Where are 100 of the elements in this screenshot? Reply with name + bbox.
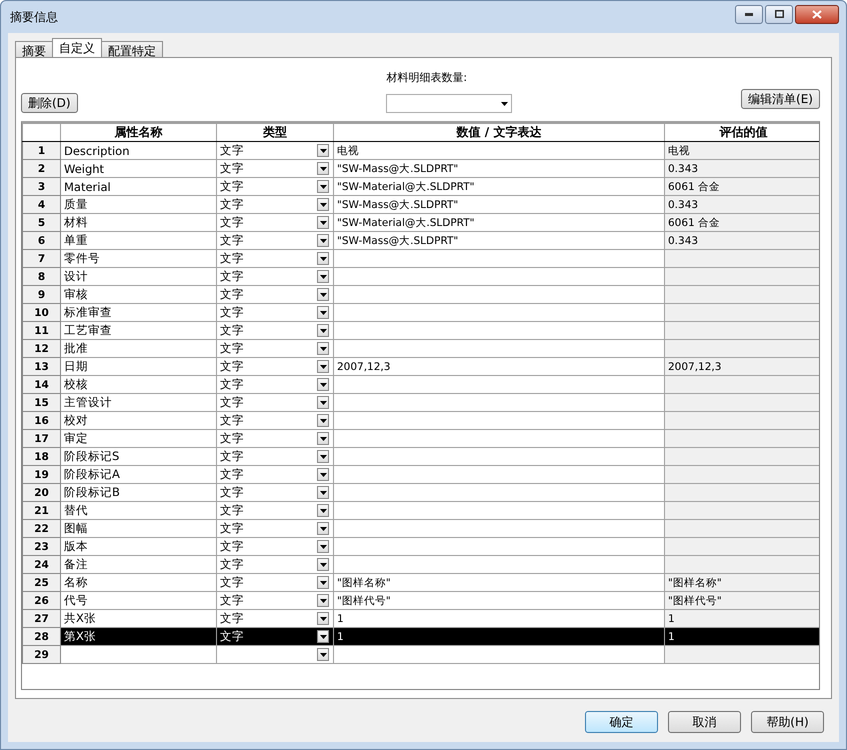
type-value[interactable]: 文字	[220, 593, 244, 608]
type-value[interactable]: 文字	[220, 521, 244, 536]
column-header[interactable]: 类型	[216, 124, 334, 142]
row-number[interactable]: 29	[22, 646, 60, 664]
row-number[interactable]: 1	[22, 142, 60, 160]
property-name-cell[interactable]: 零件号	[60, 250, 216, 268]
value-cell[interactable]: "图样名称"	[334, 574, 664, 592]
property-name-cell[interactable]: 材料	[60, 214, 216, 232]
dropdown-button[interactable]	[317, 234, 329, 247]
row-number[interactable]: 20	[22, 484, 60, 502]
row-number[interactable]: 13	[22, 358, 60, 376]
row-number[interactable]: 18	[22, 448, 60, 466]
row-number[interactable]: 4	[22, 196, 60, 214]
row-number[interactable]: 14	[22, 376, 60, 394]
dropdown-button[interactable]	[317, 432, 329, 445]
dropdown-button[interactable]	[317, 522, 329, 535]
dropdown-button[interactable]	[317, 414, 329, 427]
property-name-cell[interactable]: 工艺审查	[60, 322, 216, 340]
dropdown-button[interactable]	[317, 306, 329, 319]
value-cell[interactable]	[334, 646, 664, 664]
property-name-cell[interactable]: Weight	[60, 160, 216, 178]
property-name-cell[interactable]: 主管设计	[60, 394, 216, 412]
type-value[interactable]: 文字	[220, 287, 244, 302]
dialog-button[interactable]: 帮助(H)	[751, 711, 824, 733]
dropdown-button[interactable]	[317, 486, 329, 499]
dropdown-button[interactable]	[317, 288, 329, 301]
value-cell[interactable]	[334, 268, 664, 286]
type-value[interactable]: 文字	[220, 485, 244, 500]
value-cell[interactable]: "SW-Mass@大.SLDPRT"	[334, 196, 664, 214]
property-name-cell[interactable]: 图幅	[60, 520, 216, 538]
type-value[interactable]: 文字	[220, 431, 244, 446]
row-number[interactable]: 25	[22, 574, 60, 592]
property-name-cell[interactable]: 代号	[60, 592, 216, 610]
dropdown-button[interactable]	[317, 468, 329, 481]
value-cell[interactable]: "SW-Material@大.SLDPRT"	[334, 214, 664, 232]
dropdown-button[interactable]	[317, 630, 329, 643]
row-number[interactable]: 2	[22, 160, 60, 178]
property-name-cell[interactable]: Description	[60, 142, 216, 160]
type-value[interactable]: 文字	[220, 377, 244, 392]
row-number[interactable]: 15	[22, 394, 60, 412]
type-value[interactable]: 文字	[220, 503, 244, 518]
property-name-cell[interactable]	[60, 646, 216, 664]
row-number[interactable]: 12	[22, 340, 60, 358]
type-value[interactable]: 文字	[220, 269, 244, 284]
type-value[interactable]: 文字	[220, 539, 244, 554]
type-value[interactable]: 文字	[220, 323, 244, 338]
type-value[interactable]: 文字	[220, 305, 244, 320]
property-name-cell[interactable]: 替代	[60, 502, 216, 520]
maximize-button[interactable]	[765, 4, 793, 24]
type-value[interactable]: 文字	[220, 197, 244, 212]
value-cell[interactable]	[334, 376, 664, 394]
dropdown-button[interactable]	[317, 270, 329, 283]
property-name-cell[interactable]: 日期	[60, 358, 216, 376]
row-number[interactable]: 10	[22, 304, 60, 322]
type-value[interactable]: 文字	[220, 233, 244, 248]
property-name-cell[interactable]: 校对	[60, 412, 216, 430]
row-number[interactable]: 17	[22, 430, 60, 448]
row-number[interactable]: 11	[22, 322, 60, 340]
type-value[interactable]: 文字	[220, 413, 244, 428]
type-value[interactable]: 文字	[220, 215, 244, 230]
column-header[interactable]: 数值 / 文字表达	[334, 124, 664, 142]
type-value[interactable]: 文字	[220, 341, 244, 356]
type-value[interactable]: 文字	[220, 143, 244, 158]
row-number[interactable]: 26	[22, 592, 60, 610]
dropdown-button[interactable]	[317, 198, 329, 211]
dropdown-button[interactable]	[317, 540, 329, 553]
row-number[interactable]: 19	[22, 466, 60, 484]
row-number[interactable]: 3	[22, 178, 60, 196]
minimize-button[interactable]	[735, 4, 763, 24]
row-number[interactable]: 24	[22, 556, 60, 574]
tab[interactable]: 摘要	[15, 41, 53, 57]
property-name-cell[interactable]: 阶段标记A	[60, 466, 216, 484]
value-cell[interactable]: 1	[334, 628, 664, 646]
property-name-cell[interactable]: 校核	[60, 376, 216, 394]
type-value[interactable]: 文字	[220, 629, 244, 644]
row-number[interactable]: 7	[22, 250, 60, 268]
property-name-cell[interactable]: 审核	[60, 286, 216, 304]
row-number[interactable]: 9	[22, 286, 60, 304]
property-name-cell[interactable]: 备注	[60, 556, 216, 574]
value-cell[interactable]	[334, 502, 664, 520]
dropdown-button[interactable]	[317, 180, 329, 193]
dropdown-button[interactable]	[317, 612, 329, 625]
value-cell[interactable]	[334, 466, 664, 484]
value-cell[interactable]	[334, 250, 664, 268]
property-name-cell[interactable]: 质量	[60, 196, 216, 214]
value-cell[interactable]: "SW-Material@大.SLDPRT"	[334, 178, 664, 196]
dropdown-button[interactable]	[317, 216, 329, 229]
property-name-cell[interactable]: 版本	[60, 538, 216, 556]
edit-list-button[interactable]: 编辑清单(E)	[741, 89, 820, 109]
row-number[interactable]: 21	[22, 502, 60, 520]
property-name-cell[interactable]: 第X张	[60, 628, 216, 646]
property-name-cell[interactable]: 阶段标记S	[60, 448, 216, 466]
dialog-button[interactable]: 取消	[668, 711, 741, 733]
row-number[interactable]: 16	[22, 412, 60, 430]
row-number[interactable]: 22	[22, 520, 60, 538]
value-cell[interactable]	[334, 556, 664, 574]
row-number[interactable]: 28	[22, 628, 60, 646]
value-cell[interactable]	[334, 286, 664, 304]
dropdown-button[interactable]	[317, 360, 329, 373]
property-name-cell[interactable]: Material	[60, 178, 216, 196]
